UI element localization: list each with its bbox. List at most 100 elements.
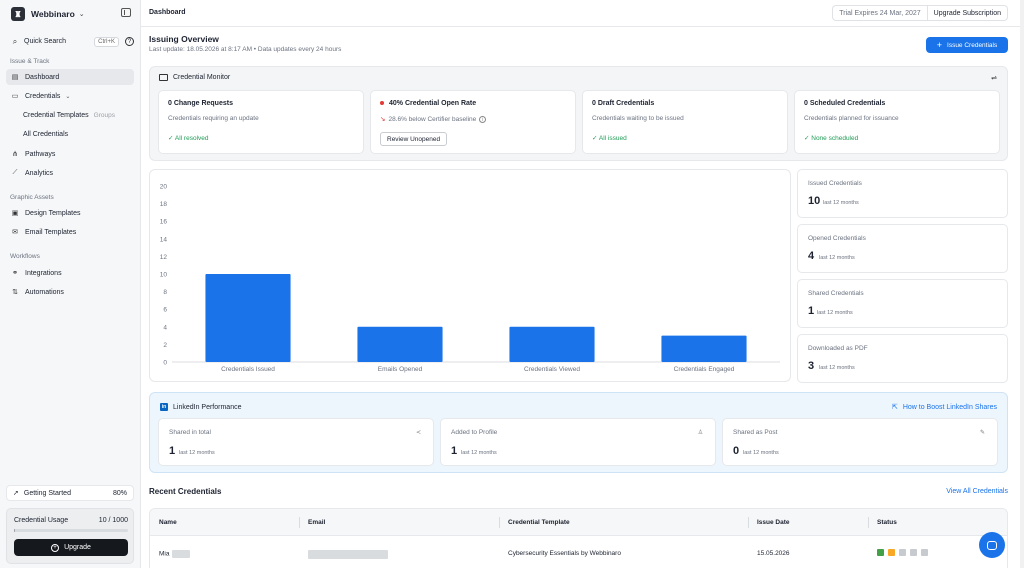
column-header-email[interactable]: Email [308, 519, 325, 526]
bar-emails-opened[interactable] [357, 326, 443, 362]
linkedin-card-value: 1 [169, 445, 176, 457]
stat-issued: Issued Credentials 10 last 12 months [797, 169, 1008, 218]
help-icon[interactable]: ? [125, 37, 134, 46]
linkedin-card-shared-total: Shared in total 1 last 12 months ≺ [158, 418, 434, 466]
column-header-status[interactable]: Status [877, 519, 897, 526]
sidebar-item-pathways[interactable]: ⋔ Pathways [6, 146, 134, 162]
linkedin-title: LinkedIn Performance [173, 403, 242, 411]
getting-started[interactable]: ➚ Getting Started 80% [6, 485, 134, 501]
bar-credentials-engaged[interactable] [661, 335, 747, 362]
issue-date: 15.05.2026 [757, 550, 790, 557]
monitor-card-change-requests[interactable]: 0 Change Requests Credentials requiring … [158, 90, 364, 154]
column-header-issue-date[interactable]: Issue Date [757, 519, 790, 526]
chevron-down-icon: ⌄ [65, 93, 71, 100]
y-tick-label: 6 [163, 307, 167, 314]
stat-label: Downloaded as PDF [808, 345, 868, 352]
upgrade-button[interactable]: + Upgrade [14, 539, 128, 556]
sidebar-item-email-templates[interactable]: ✉ Email Templates [6, 224, 134, 240]
y-tick-label: 8 [163, 289, 167, 296]
chat-support-button[interactable] [979, 532, 1005, 558]
credential-template-name: Cybersecurity Essentials by Webbinaro [508, 550, 621, 557]
section-issue-track: Issue & Track [10, 58, 50, 65]
sidebar-item-credential-templates[interactable]: Credential Templates Groups [23, 108, 115, 122]
stat-downloaded: Downloaded as PDF 3 last 12 months [797, 334, 1008, 383]
issue-credentials-button[interactable]: + Issue Credentials [926, 37, 1008, 53]
credentials-icon: ▭ [11, 93, 19, 100]
sidebar-item-integrations[interactable]: ⚭ Integrations [6, 265, 134, 281]
sidebar-item-analytics[interactable]: ⟋ Analytics [6, 165, 134, 181]
status-icons [877, 549, 928, 556]
rocket-icon: ➚ [13, 490, 19, 497]
search-icon: ⌕ [12, 36, 18, 46]
chat-icon [987, 540, 997, 550]
page-title: Issuing Overview [149, 34, 219, 44]
linkedin-card-value: 1 [451, 445, 458, 457]
sidebar-item-label: Pathways [25, 150, 56, 158]
stat-period: last 12 months [819, 255, 855, 261]
monitor-card-title: 0 Change Requests [168, 100, 233, 107]
monitor-card-status: ✓ None scheduled [804, 135, 859, 142]
y-tick-label: 4 [163, 324, 167, 331]
sidebar-item-label: Analytics [25, 169, 54, 177]
sidebar-item-groups[interactable]: Groups [94, 112, 115, 119]
pathways-icon: ⋔ [12, 151, 18, 158]
stat-label: Issued Credentials [808, 180, 862, 187]
monitor-card-open-rate[interactable]: 40% Credential Open Rate ↘ 28.6% below Ce… [370, 90, 576, 154]
sidebar-item-automations[interactable]: ⇅ Automations [6, 284, 134, 300]
y-tick-label: 18 [160, 201, 168, 208]
redacted-surname [172, 550, 191, 558]
upgrade-label: Upgrade [64, 544, 91, 551]
monitor-card-drafts[interactable]: 0 Draft Credentials Credentials waiting … [582, 90, 788, 154]
linkedin-card-period: last 12 months [743, 450, 779, 456]
y-tick-label: 0 [163, 360, 167, 367]
review-unopened-button[interactable]: Review Unopened [380, 132, 448, 146]
chevron-down-icon: ⌄ [78, 11, 85, 18]
settings-icon[interactable]: ⇌ [991, 74, 997, 82]
sidebar-item-label: Integrations [25, 269, 62, 277]
monitor-card-scheduled[interactable]: 0 Scheduled Credentials Credentials plan… [794, 90, 1000, 154]
info-icon[interactable]: i [479, 116, 487, 123]
monitor-card-status: ✓ All resolved [168, 135, 209, 142]
sidebar-item-label: Design Templates [25, 209, 81, 217]
upgrade-subscription-link[interactable]: Upgrade Subscription [928, 10, 1007, 17]
automation-icon: ⇅ [12, 289, 18, 296]
boost-linkedin-link[interactable]: ⇱ How to Boost LinkedIn Shares [892, 403, 997, 412]
share-status-icon [910, 549, 917, 556]
view-all-credentials-link[interactable]: View All Credentials [946, 488, 1008, 495]
monitor-card-title: 0 Scheduled Credentials [804, 100, 886, 107]
stat-value: 3 [808, 360, 815, 372]
monitor-card-sub: Credentials planned for issuance [804, 115, 899, 122]
plus-icon: + [936, 39, 943, 50]
sidebar: ♜ Webbinaro ⌄ ⌕ Quick Search Ctrl+K ? Is… [0, 0, 141, 568]
monitor-title: Credential Monitor [173, 74, 231, 81]
sidebar-collapse-icon[interactable] [121, 8, 131, 17]
plus-circle-icon: + [51, 543, 60, 552]
scrollbar[interactable] [1020, 0, 1024, 568]
sidebar-item-label: Email Templates [25, 228, 77, 236]
sidebar-item-dashboard[interactable]: ▤ Dashboard [6, 69, 134, 85]
bar-chart: 0 2 4 6 8 10 12 14 16 18 20 Credentials Issued Email… [160, 184, 780, 373]
sidebar-item-credentials[interactable]: ▭ Credentials ⌄ [6, 88, 134, 104]
workspace-switcher[interactable]: ♜ Webbinaro ⌄ [11, 6, 131, 22]
brand-name: Webbinaro [31, 9, 75, 19]
linkedin-card-value: 0 [733, 445, 740, 457]
monitor-card-sub: 28.6% below Certifier baseline [388, 116, 477, 123]
column-header-template[interactable]: Credential Template [508, 519, 570, 526]
sidebar-item-all-credentials[interactable]: All Credentials [23, 127, 68, 141]
sidebar-item-design-templates[interactable]: ▣ Design Templates [6, 205, 134, 221]
y-tick-label: 14 [160, 236, 168, 243]
column-header-name[interactable]: Name [159, 519, 177, 526]
usage-value: 10 / 1000 [98, 517, 128, 524]
stat-period: last 12 months [823, 200, 859, 206]
subscription-box: Trial Expires 24 Mar, 2027 Upgrade Subsc… [832, 5, 1008, 21]
bar-credentials-viewed[interactable] [509, 326, 595, 362]
column-divider [499, 517, 500, 528]
bar-credentials-issued[interactable] [205, 274, 291, 362]
monitor-card-sub: Credentials requiring an update [168, 115, 259, 122]
share-icon: ≺ [415, 430, 422, 436]
monitor-card-title: 0 Draft Credentials [592, 100, 655, 107]
dashboard-icon: ▤ [11, 74, 19, 81]
y-tick-label: 16 [160, 219, 168, 226]
quick-search[interactable]: ⌕ Quick Search Ctrl+K ? [6, 34, 134, 49]
stat-label: Shared Credentials [808, 290, 864, 297]
